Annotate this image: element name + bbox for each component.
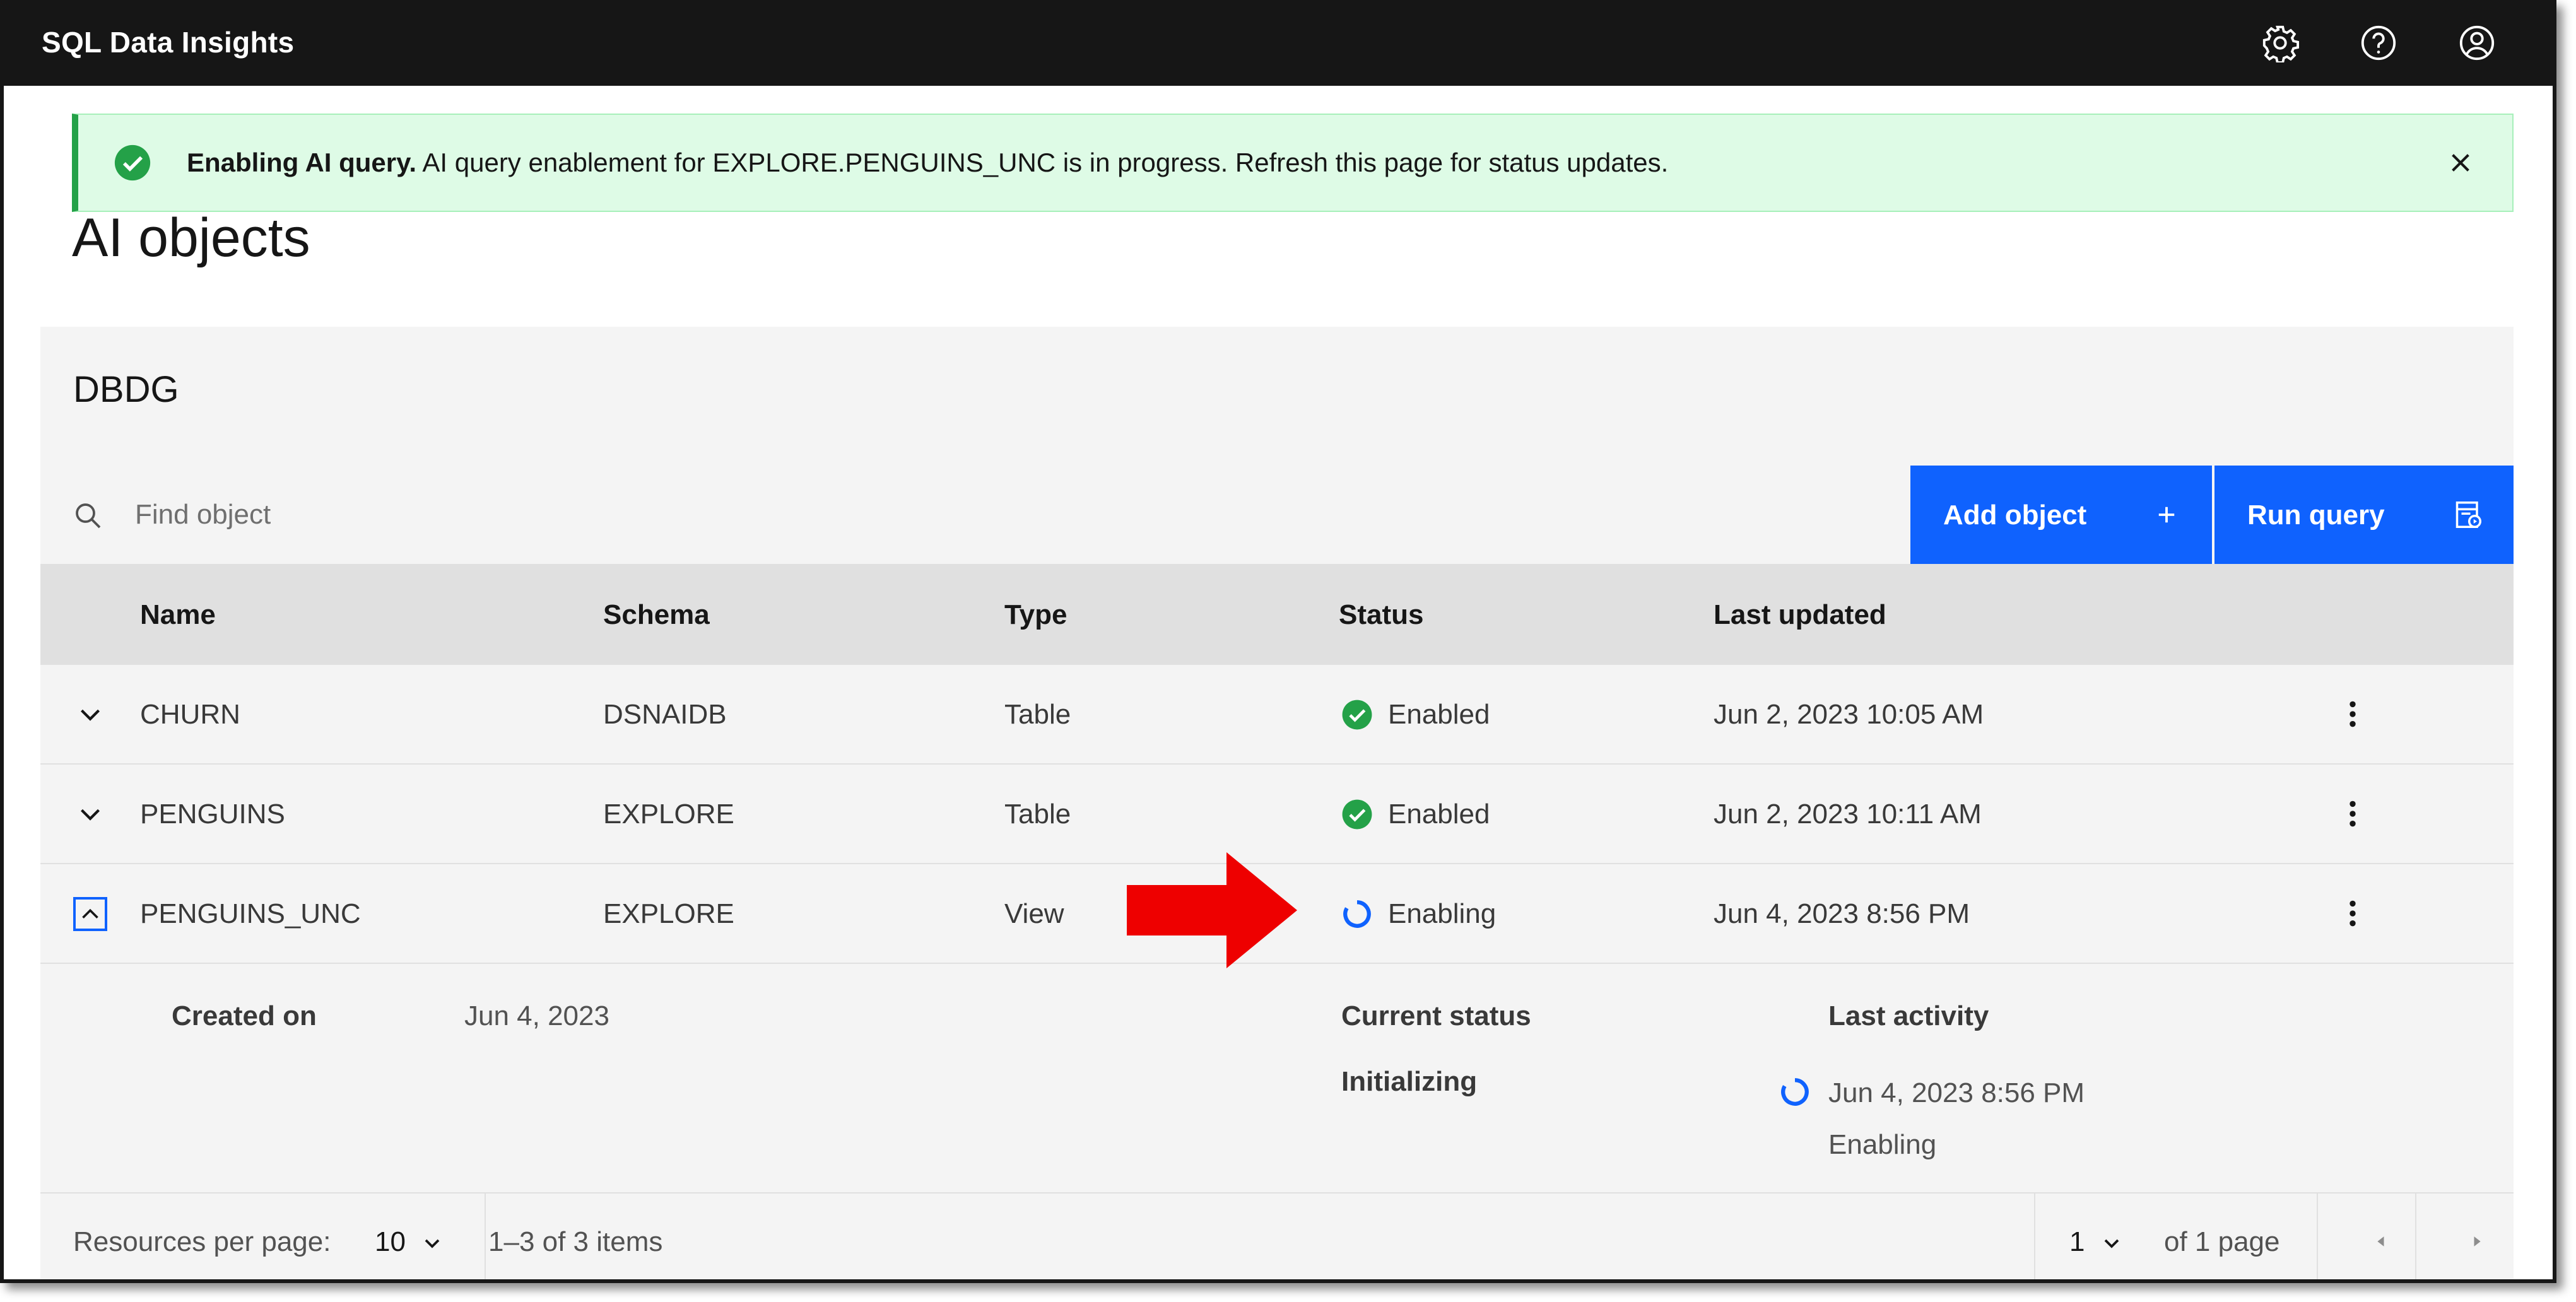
page-title: AI objects: [72, 208, 310, 268]
chevron-down-icon: [425, 1239, 440, 1248]
run-query-label: Run query: [2247, 500, 2385, 531]
previous-page-button[interactable]: [2358, 1219, 2404, 1264]
cell-status: Enabled: [1388, 799, 1490, 830]
page-select[interactable]: 1: [2069, 1226, 2124, 1258]
checkmark-filled-icon: [1342, 799, 1372, 830]
overflow-menu-icon: [2350, 900, 2356, 927]
column-header-name[interactable]: Name: [140, 599, 216, 631]
page-total-text: of 1 page: [2164, 1226, 2280, 1257]
app-title[interactable]: SQL Data Insights: [42, 25, 294, 59]
search-icon: [76, 503, 101, 529]
help-icon[interactable]: [2355, 19, 2403, 67]
top-header: SQL Data Insights: [4, 4, 2553, 86]
cell-type: Table: [1004, 699, 1071, 730]
notification-title: Enabling AI query.: [187, 148, 417, 177]
cell-last-updated: Jun 4, 2023 8:56 PM: [1714, 898, 1970, 929]
cell-schema: DSNAIDB: [603, 699, 727, 730]
cell-name: CHURN: [140, 699, 240, 730]
in-progress-icon: [1343, 900, 1371, 928]
item-range-text: 1–3 of 3 items: [488, 1226, 663, 1257]
cell-schema: EXPLORE: [603, 799, 734, 830]
close-icon: [2452, 154, 2469, 172]
column-header-type[interactable]: Type: [1004, 599, 1067, 631]
items-per-page-value: 10: [375, 1226, 406, 1257]
settings-icon[interactable]: [2256, 19, 2304, 67]
current-status-value: Initializing: [1341, 1066, 1478, 1097]
add-object-button[interactable]: Add object: [1910, 466, 2212, 564]
items-per-page-select[interactable]: 10: [375, 1226, 445, 1258]
pagination-divider: [2317, 1194, 2318, 1279]
success-notification: Enabling AI query. AI query enablement f…: [72, 114, 2514, 212]
caret-left-icon: [2377, 1236, 2384, 1246]
app-window: SQL Data Insights Enabling AI query. AI …: [0, 0, 2556, 1283]
current-status-label: Current status: [1341, 1000, 1531, 1031]
column-header-status[interactable]: Status: [1339, 599, 1423, 631]
cell-name: PENGUINS_UNC: [140, 898, 361, 929]
created-on-value: Jun 4, 2023: [464, 1000, 609, 1031]
cell-name: PENGUINS: [140, 799, 285, 830]
last-activity-time: Jun 4, 2023 8:56 PM: [1828, 1077, 2085, 1108]
items-per-page-label: Resources per page:: [73, 1226, 331, 1257]
last-activity-state: Enabling: [1828, 1129, 1937, 1160]
chevron-down-icon[interactable]: [73, 797, 107, 831]
chevron-up-icon[interactable]: [73, 897, 107, 931]
overflow-menu-icon: [2350, 801, 2356, 827]
annotation-arrow-icon: [1127, 852, 1297, 968]
pagination-bar: Resources per page: 10 1–3 of 3 items 1 …: [40, 1192, 2514, 1279]
cell-type: Table: [1004, 799, 1071, 830]
add-object-label: Add object: [1943, 500, 2087, 531]
cell-last-updated: Jun 2, 2023 10:05 AM: [1714, 699, 1984, 730]
in-progress-icon: [1781, 1078, 1809, 1106]
close-notification-button[interactable]: [2440, 143, 2481, 183]
column-header-last-updated[interactable]: Last updated: [1714, 599, 1886, 631]
overflow-menu-icon: [2350, 701, 2356, 727]
overflow-menu-button[interactable]: [2337, 691, 2368, 737]
ai-objects-panel: DBDG Add object Run query N: [40, 327, 2514, 1279]
cell-last-updated: Jun 2, 2023 10:11 AM: [1714, 799, 1982, 830]
table-row[interactable]: PENGUINS EXPLORE Table Enabled Jun 2, 20…: [40, 765, 2514, 864]
database-title: DBDG: [73, 369, 179, 410]
checkmark-filled-icon: [114, 144, 151, 181]
next-page-button[interactable]: [2454, 1219, 2500, 1264]
overflow-menu-button[interactable]: [2337, 791, 2368, 836]
page-select-value: 1: [2069, 1226, 2085, 1257]
chevron-down-icon: [2104, 1239, 2119, 1248]
cell-schema: EXPLORE: [603, 898, 734, 929]
cell-status: Enabling: [1388, 898, 1497, 929]
last-activity-label: Last activity: [1828, 1000, 1989, 1031]
column-header-schema[interactable]: Schema: [603, 599, 710, 631]
notification-text: AI query enablement for EXPLORE.PENGUINS…: [416, 148, 1669, 177]
search-bar: [40, 466, 1910, 564]
notification-message: Enabling AI query. AI query enablement f…: [187, 148, 1668, 178]
find-object-input[interactable]: [135, 491, 1838, 539]
expanded-row-details: Created on Jun 4, 2023 Current status In…: [40, 964, 2514, 1194]
checkmark-filled-icon: [1342, 700, 1372, 730]
run-query-icon: [2455, 501, 2481, 528]
cell-status: Enabled: [1388, 699, 1490, 730]
table-header: Name Schema Type Status Last updated: [40, 564, 2514, 665]
run-query-button[interactable]: Run query: [2214, 466, 2514, 564]
pagination-divider: [2415, 1194, 2416, 1279]
chevron-down-icon[interactable]: [73, 698, 107, 732]
pagination-divider: [2034, 1194, 2035, 1279]
caret-right-icon: [2474, 1236, 2481, 1246]
pagination-divider: [485, 1194, 486, 1279]
created-on-label: Created on: [172, 1000, 317, 1031]
overflow-menu-button[interactable]: [2337, 891, 2368, 936]
plus-icon: [2158, 507, 2175, 523]
table-row[interactable]: CHURN DSNAIDB Table Enabled Jun 2, 2023 …: [40, 665, 2514, 765]
cell-type: View: [1004, 898, 1064, 929]
user-avatar-icon[interactable]: [2453, 19, 2501, 67]
